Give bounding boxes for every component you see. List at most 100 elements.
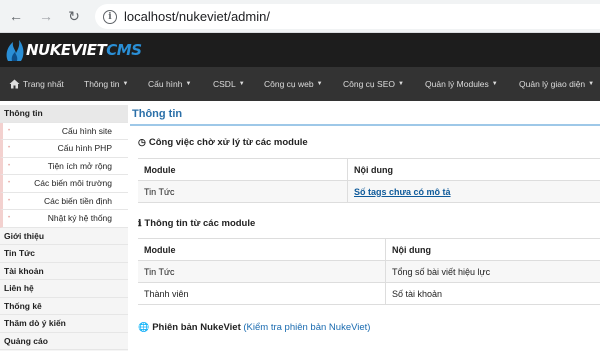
nav-item-label: CSDL — [213, 79, 236, 89]
bullet-icon: • — [8, 127, 11, 134]
page-title: Thông tin — [130, 104, 600, 126]
sidebar-item-label: Thăm dò ý kiến — [4, 318, 66, 329]
reload-icon[interactable]: ↻ — [64, 6, 84, 26]
table-cell-module: Thành viên — [138, 283, 386, 304]
nav-item-cong-cu-seo[interactable]: Công cụ SEO ▼ — [343, 79, 404, 89]
forward-icon[interactable]: → — [36, 6, 56, 26]
caret-down-icon: ▼ — [588, 81, 595, 87]
pending-section-title: ◷ Công việc chờ xử lý từ các module — [138, 137, 308, 148]
nav-item-cong-cu-web[interactable]: Công cụ web ▼ — [264, 79, 323, 89]
table-row: Tin Tức Số tags chưa có mô tả — [138, 181, 600, 203]
home-icon — [9, 79, 20, 89]
nav-item-label: Công cụ SEO — [343, 79, 395, 89]
sidebar-item-thong-tin[interactable]: Thông tin — [0, 105, 128, 123]
nav-item-label: Công cụ web — [264, 79, 314, 89]
info-title-text: Thông tin từ các module — [144, 218, 256, 229]
sidebar-item-label: Tài khoản — [4, 265, 44, 276]
sidebar-subitem-cau-hinh-site[interactable]: • Cấu hình site — [0, 122, 128, 140]
table-cell-module: Tin Tức — [138, 261, 386, 282]
info-section-title: ℹ Thông tin từ các module — [138, 218, 255, 229]
sidebar: Thông tin • Cấu hình site • Cấu hình PHP •… — [0, 105, 128, 351]
caret-down-icon: ▼ — [491, 81, 498, 87]
sidebar-item-label: Tin Tức — [4, 248, 36, 259]
sidebar-item-label: Cấu hình site — [61, 125, 112, 136]
sidebar-item-lien-he[interactable]: Liên hệ — [0, 280, 128, 298]
table-cell-content: Tổng số bài viết hiệu lực — [392, 266, 491, 277]
pending-title-text: Công việc chờ xử lý từ các module — [148, 137, 308, 148]
sidebar-item-label: Các biến tiền định — [43, 195, 112, 206]
caret-down-icon: ▼ — [397, 81, 404, 87]
bullet-icon: • — [8, 180, 11, 187]
sidebar-item-label: Giới thiệu — [4, 230, 45, 241]
logo-accent-text: CMS — [106, 41, 142, 59]
nav-item-label: Quản lý giao diện — [519, 79, 586, 89]
nav-item-home-label: Trang nhất — [23, 79, 64, 89]
nav-item-quan-ly-modules[interactable]: Quản lý Modules ▼ — [425, 79, 498, 89]
site-info-icon[interactable]: i — [103, 9, 117, 24]
sidebar-item-label: Liên hệ — [4, 283, 34, 294]
info-icon: ℹ — [138, 218, 142, 229]
nav-item-quan-ly-giao-dien[interactable]: Quản lý giao diện ▼ — [519, 79, 594, 89]
nav-item-label: Thông tin — [84, 79, 120, 89]
sidebar-subitem-cac-bien-tien-dinh[interactable]: • Các biến tiền định — [0, 192, 128, 210]
logo[interactable]: NUKEVIETCMS — [4, 37, 142, 63]
sidebar-item-label: Nhật ký hệ thống — [47, 213, 112, 224]
sidebar-item-label: Thống kê — [4, 300, 42, 311]
sidebar-subitem-tien-ich-mo-rong[interactable]: • Tiện ích mở rộng — [0, 157, 128, 175]
sidebar-subitem-cau-hinh-php[interactable]: • Cấu hình PHP — [0, 140, 128, 158]
logo-text: NUKEVIETCMS — [26, 41, 142, 59]
column-header-module: Module — [138, 239, 386, 260]
table-cell-module: Tin Tức — [138, 181, 348, 202]
column-header-module: Module — [138, 159, 348, 180]
logo-icon — [6, 40, 24, 61]
nav-item-home[interactable]: Trang nhất — [9, 79, 64, 89]
browser-toolbar: ← → ↻ i localhost/nukeviet/admin/ — [0, 0, 600, 33]
bullet-icon: • — [8, 145, 11, 152]
back-icon[interactable]: ← — [6, 6, 26, 26]
sidebar-item-tin-tuc[interactable]: Tin Tức — [0, 245, 128, 263]
logo-main-text: NUKEVIET — [26, 41, 107, 59]
nav-item-thong-tin[interactable]: Thông tin ▼ — [84, 79, 128, 89]
address-bar[interactable]: i localhost/nukeviet/admin/ — [95, 4, 600, 29]
bullet-icon: • — [8, 215, 11, 222]
sidebar-subitem-cac-bien-moi-truong[interactable]: • Các biến môi trường — [0, 175, 128, 193]
bullet-icon: • — [8, 197, 11, 204]
sidebar-item-label: Cấu hình PHP — [57, 143, 112, 154]
caret-down-icon: ▼ — [185, 81, 192, 87]
nav-item-label: Cấu hình — [148, 79, 183, 89]
check-version-link[interactable]: (Kiểm tra phiên bản NukeViet) — [243, 322, 370, 333]
top-navigation: Trang nhất Thông tin ▼ Cấu hình ▼ CSDL ▼ Cô… — [0, 67, 600, 101]
version-section-title: 🌐 Phiên bản NukeViet (Kiểm tra phiên bản … — [138, 322, 370, 333]
nav-item-cau-hinh[interactable]: Cấu hình ▼ — [148, 79, 191, 89]
caret-down-icon: ▼ — [316, 81, 323, 87]
sidebar-item-label: Các biến môi trường — [34, 178, 112, 189]
version-title-text: Phiên bản NukeViet — [152, 322, 241, 333]
column-header-noi-dung: Nội dung — [354, 164, 393, 175]
brand-bar: NUKEVIETCMS — [0, 33, 600, 67]
main-content: Thông tin ◷ Công việc chờ xử lý từ các mo… — [130, 101, 600, 351]
sidebar-item-gioi-thieu[interactable]: Giới thiệu — [0, 228, 128, 245]
sidebar-item-thong-ke[interactable]: Thống kê — [0, 298, 128, 315]
pending-task-link[interactable]: Số tags chưa có mô tả — [354, 187, 451, 197]
table-header-row: Module Nội dung — [138, 159, 600, 181]
column-header-noi-dung: Nội dung — [392, 244, 431, 255]
sidebar-item-label: Thông tin — [4, 108, 43, 119]
sidebar-item-tai-khoan[interactable]: Tài khoản — [0, 263, 128, 280]
caret-down-icon: ▼ — [122, 81, 129, 87]
globe-icon: 🌐 — [138, 322, 150, 332]
table-row: Thành viên Số tài khoản — [138, 283, 600, 305]
sidebar-item-tham-do-y-kien[interactable]: Thăm dò ý kiến — [0, 315, 128, 333]
pending-table: Module Nội dung Tin Tức Số tags chưa có … — [138, 158, 600, 203]
clock-icon: ◷ — [138, 137, 146, 147]
sidebar-item-quang-cao[interactable]: Quảng cáo — [0, 333, 128, 350]
nav-item-label: Quản lý Modules — [425, 79, 489, 89]
table-row: Tin Tức Tổng số bài viết hiệu lực — [138, 261, 600, 283]
nav-item-csdl[interactable]: CSDL ▼ — [213, 79, 245, 89]
table-cell-content: Số tài khoản — [392, 288, 443, 299]
bullet-icon: • — [8, 162, 11, 169]
caret-down-icon: ▼ — [238, 81, 245, 87]
url-text: localhost/nukeviet/admin/ — [124, 9, 270, 24]
sidebar-subitem-nhat-ky-he-thong[interactable]: • Nhật ký hệ thống — [0, 210, 128, 228]
sidebar-item-label: Quảng cáo — [4, 335, 48, 346]
table-header-row: Module Nội dung — [138, 239, 600, 261]
